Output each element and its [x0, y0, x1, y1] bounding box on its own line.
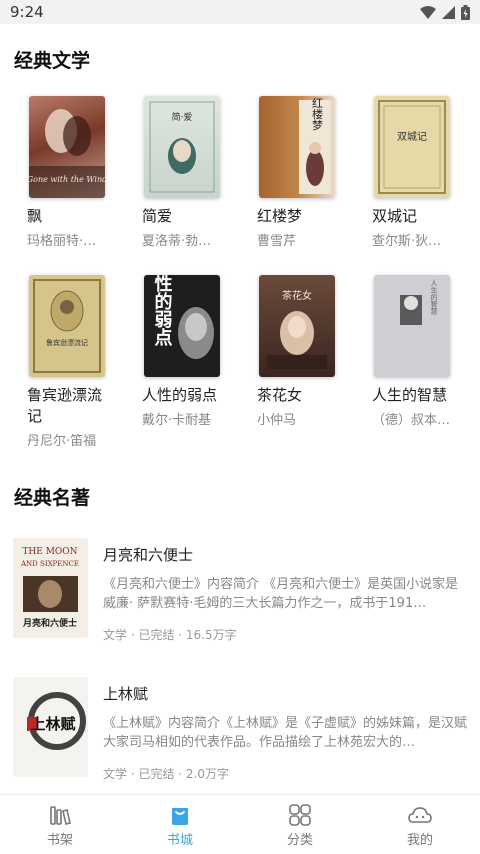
book-cover: 双城记	[374, 96, 450, 198]
book-cover: 人性的弱点	[144, 275, 220, 377]
cover-art: 简·爱	[149, 101, 215, 193]
tab-label: 书架	[46, 833, 73, 848]
book-title: 人性的弱点	[142, 386, 218, 404]
book-title: 双城记	[372, 207, 418, 225]
cover-art: 人性的弱点	[152, 275, 214, 359]
cover-title-line2: AND SIXPENCE	[20, 560, 79, 568]
tab-bookstore[interactable]: 书城	[120, 795, 240, 854]
bookshelf-icon	[50, 806, 71, 825]
cover-art: 双城记	[378, 100, 446, 194]
cover-title: 双城记	[397, 131, 427, 143]
section-title-classic-masterpieces: 经典名著	[14, 487, 91, 509]
book-title: 茶花女	[257, 386, 303, 404]
book-author: 玛格丽特·…	[27, 234, 97, 249]
wifi-icon	[420, 5, 436, 19]
cover-title-line1: THE MOON	[22, 547, 77, 557]
book-cover: THE MOON AND SIXPENCE 月亮和六便士	[13, 538, 88, 638]
tab-label: 我的	[406, 833, 433, 848]
signal-icon	[442, 5, 455, 19]
profile-icon	[408, 807, 432, 823]
cover-art: 人生的智慧	[400, 280, 438, 325]
tab-category[interactable]: 分类	[240, 795, 360, 854]
book-cover: Gone with the Wind	[29, 96, 105, 198]
section-title-classic-literature: 经典文学	[14, 50, 91, 72]
cover-art: THE MOON AND SIXPENCE 月亮和六便士	[20, 547, 79, 629]
list-item-shanglin-fu[interactable]: 上林赋 上林赋 《上林赋》内容简介《上林赋》是《子虚赋》的姊妹篇，是汉赋大家司马…	[0, 677, 480, 787]
bottom-tab-bar: 书架 书城 分类 我的	[0, 794, 480, 854]
cover-art: Gone with the Wind	[29, 109, 105, 198]
category-icon	[289, 804, 311, 826]
book-title: 人生的智慧	[372, 386, 448, 404]
book-author: 小仲马	[257, 413, 297, 428]
list-item-moon-and-sixpence[interactable]: THE MOON AND SIXPENCE 月亮和六便士 月亮和六便士 《月亮和…	[0, 538, 480, 648]
book-card-hongloumeng[interactable]: 红楼梦 红楼梦 曹雪芹	[257, 96, 357, 249]
list-item-meta: 文学 · 已完结 · 16.5万字	[103, 628, 237, 642]
status-time: 9:24	[10, 3, 44, 21]
book-cover: 上林赋	[13, 677, 88, 777]
book-title: 红楼梦	[257, 207, 303, 225]
book-author: 曹雪芹	[257, 234, 297, 249]
book-card-renxing[interactable]: 人性的弱点 人性的弱点 戴尔·卡耐基	[142, 275, 242, 428]
book-card-chahuanv[interactable]: 茶花女 茶花女 小仲马	[257, 275, 357, 428]
book-cover: 茶花女	[259, 275, 335, 377]
book-author: 查尔斯·狄…	[372, 234, 442, 249]
list-item-desc: 《上林赋》内容简介《上林赋》是《子虚赋》的姊妹篇，是汉赋大家司马相如的代表作品。…	[103, 716, 467, 750]
book-author: 戴尔·卡耐基	[142, 413, 212, 428]
list-item-title: 月亮和六便士	[103, 546, 194, 564]
tab-label: 分类	[286, 833, 313, 848]
book-card-rensheng-zhihui[interactable]: 人生的智慧 人生的智慧 （德）叔本…	[372, 275, 472, 428]
cover-title: 简·爱	[172, 111, 193, 123]
status-bar: 9:24	[0, 0, 480, 24]
battery-icon	[461, 5, 470, 20]
list-item-desc: 《月亮和六便士》内容简介 《月亮和六便士》是英国小说家是威廉· 萨默赛特·毛姆的…	[103, 577, 459, 611]
cover-art: 红楼梦	[299, 97, 331, 194]
book-card-gone-with-the-wind[interactable]: Gone with the Wind 飘 玛格丽特·…	[27, 96, 127, 249]
cover-title-cn: 月亮和六便士	[22, 617, 77, 629]
book-title: 简爱	[142, 207, 173, 225]
cover-title: Gone with the Wind	[29, 175, 105, 184]
book-cover: 红楼梦	[259, 96, 335, 198]
tab-bookshelf[interactable]: 书架	[0, 795, 120, 854]
book-title: 飘	[27, 207, 43, 225]
tab-profile[interactable]: 我的	[360, 795, 480, 854]
book-author: 丹尼尔·笛福	[27, 434, 97, 449]
status-icons	[420, 5, 470, 20]
book-card-shuangchengji[interactable]: 双城记 双城记 查尔斯·狄…	[372, 96, 472, 249]
book-author: （德）叔本…	[372, 413, 450, 428]
book-author: 夏洛蒂·勃…	[142, 234, 212, 249]
tab-label: 书城	[166, 833, 193, 848]
cover-art: 茶花女	[267, 289, 327, 369]
cover-title: 上林赋	[30, 715, 75, 733]
book-cover: 鲁宾逊漂流记	[29, 275, 105, 377]
list-item-title: 上林赋	[103, 685, 149, 703]
book-cover: 人生的智慧	[374, 275, 450, 377]
cover-art: 上林赋	[27, 692, 86, 750]
cover-title: 茶花女	[282, 289, 312, 302]
list-item-meta: 文学 · 已完结 · 2.0万字	[103, 767, 229, 781]
bookstore-icon	[172, 808, 188, 825]
cover-title: 人性的弱点	[152, 275, 173, 347]
cover-title: 人生的智慧	[430, 280, 438, 315]
book-card-robinson-crusoe[interactable]: 鲁宾逊漂流记 鲁宾逊漂流记 丹尼尔·笛福	[27, 275, 127, 449]
book-title: 鲁宾逊漂流记	[27, 386, 103, 425]
cover-title: 红楼梦	[311, 97, 324, 131]
book-card-jane-eyre[interactable]: 简·爱 简爱 夏洛蒂·勃…	[142, 96, 242, 249]
book-cover: 简·爱	[144, 96, 220, 198]
cover-title: 鲁宾逊漂流记	[46, 338, 88, 347]
cover-art: 鲁宾逊漂流记	[33, 279, 101, 373]
